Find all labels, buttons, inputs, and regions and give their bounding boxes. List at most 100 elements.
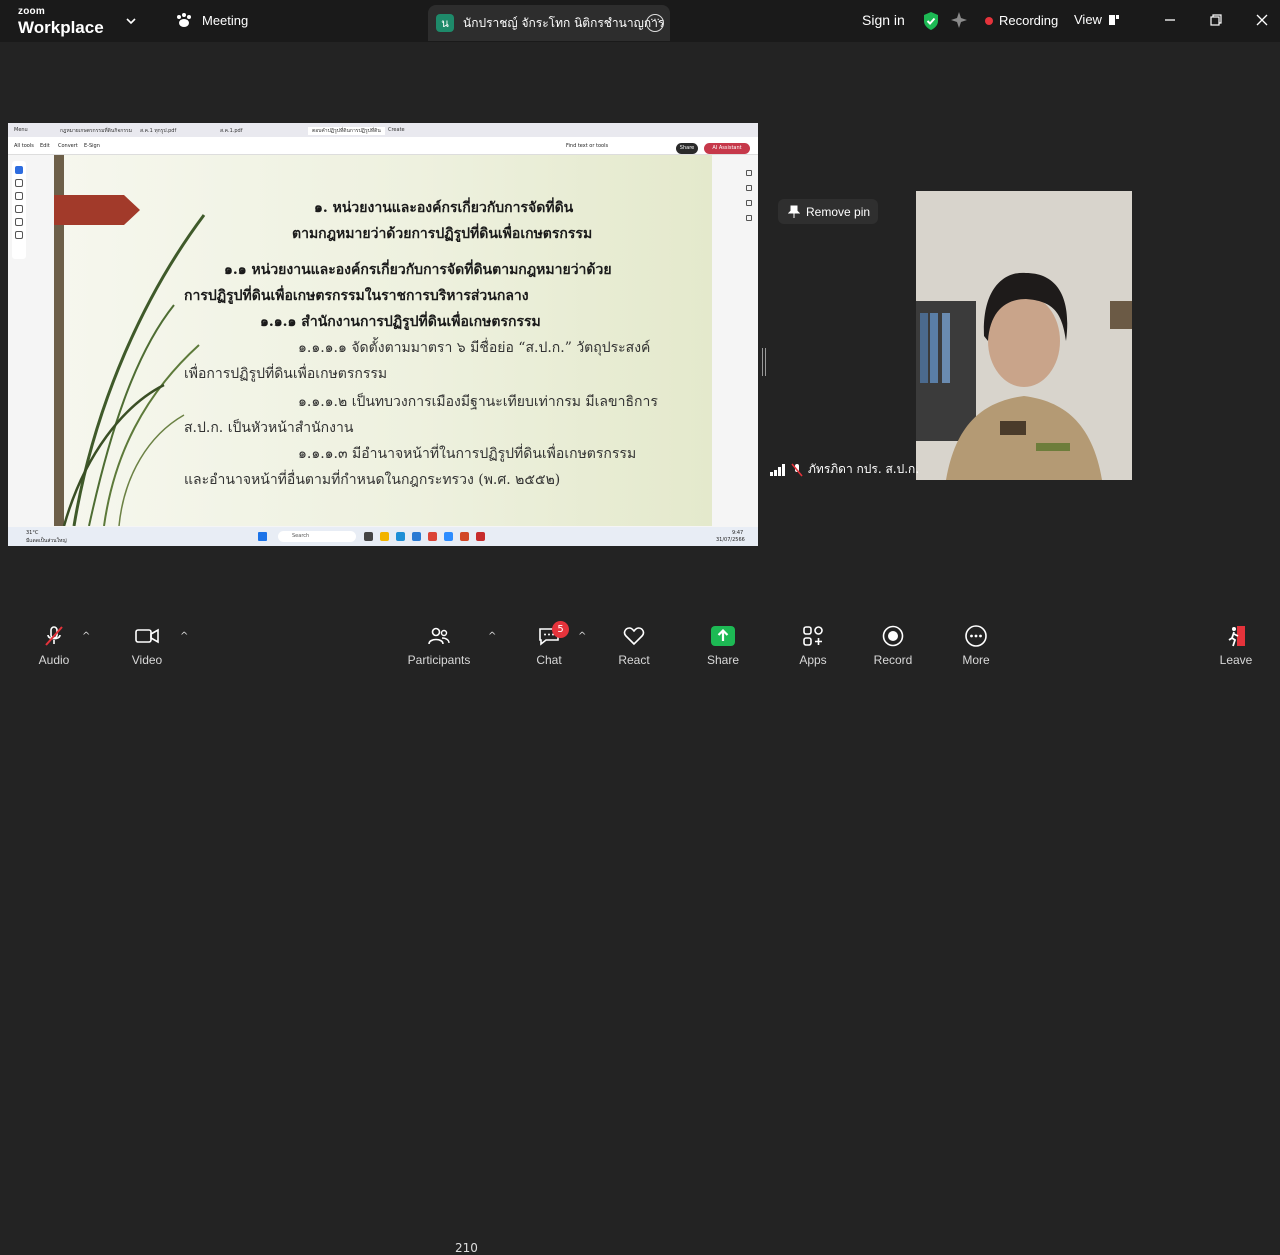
zoom-tool-icon[interactable]	[15, 179, 23, 187]
browser-tab[interactable]: ส.ค.1 ทุกรูป.pdf	[140, 127, 176, 135]
slide-line: ๑.๑.๑.๑ จัดตั้งตามมาตรา ๖ มีชื่อย่อ “ส.ป…	[298, 340, 651, 356]
slide-line: การปฏิรูปที่ดินเพื่อเกษตรกรรมในราชการบริ…	[184, 288, 529, 304]
ocr-tool-icon[interactable]	[15, 218, 23, 226]
share-button[interactable]: Share	[683, 624, 763, 667]
chat-label: Chat	[536, 653, 562, 667]
browser-tab[interactable]: ส.ค.1.pdf	[220, 127, 242, 135]
leave-button[interactable]: Leave	[1196, 624, 1276, 667]
more-icon	[965, 625, 987, 647]
minimize-icon[interactable]	[1160, 10, 1180, 30]
taskbar-clock: 9:47	[732, 530, 744, 536]
speaker-avatar-badge: น	[436, 14, 454, 32]
menu-all-tools[interactable]: All tools	[14, 143, 34, 149]
ai-companion-icon[interactable]	[950, 11, 968, 29]
browser-tab[interactable]: กฎหมายเกษตรกรรมที่ดินกิจกรรม	[60, 127, 132, 135]
audio-options-caret-icon[interactable]: ^	[82, 631, 90, 642]
splitter-handle[interactable]	[762, 348, 766, 376]
video-button[interactable]: Video	[107, 624, 187, 667]
ai-assistant-button[interactable]: AI Assistant	[704, 143, 750, 154]
browser-tab[interactable]: Create	[388, 127, 405, 133]
find-tools[interactable]: Find text or tools	[566, 143, 608, 149]
apps-button[interactable]: Apps	[773, 624, 853, 667]
more-label: More	[962, 653, 990, 667]
recording-indicator[interactable]: Recording	[985, 13, 1058, 28]
restore-icon[interactable]	[1206, 10, 1226, 30]
draw-tool-icon[interactable]	[15, 205, 23, 213]
slide-line: ๑.๑ หน่วยงานและองค์กรเกี่ยวกับการจัดที่ด…	[224, 262, 612, 278]
edge-icon[interactable]	[396, 532, 405, 541]
react-label: React	[618, 653, 650, 667]
video-camera-icon	[135, 628, 159, 644]
chevron-down-icon[interactable]	[124, 14, 138, 28]
file-explorer-icon[interactable]	[380, 532, 389, 541]
view-label: View	[1074, 12, 1102, 27]
view-menu[interactable]: View	[1074, 12, 1120, 27]
browser-tab-active[interactable]: ตอบคำปฏิรูปที่ดินการปฏิรูปที่ดิน	[308, 127, 385, 135]
rail-icon[interactable]	[746, 215, 752, 221]
chat-caret-icon[interactable]: ^	[578, 631, 586, 642]
remove-pin-label: Remove pin	[806, 204, 871, 219]
menu-esign[interactable]: E-Sign	[84, 143, 100, 149]
video-label: Video	[131, 653, 163, 667]
heart-icon	[623, 627, 645, 646]
meeting-label: Meeting	[202, 12, 249, 28]
video-options-caret-icon[interactable]: ^	[180, 631, 188, 642]
taskbar-search[interactable]: Search	[278, 531, 356, 542]
pen-tool-icon[interactable]	[15, 192, 23, 200]
muted-microphone-icon	[45, 626, 63, 646]
paw-icon	[177, 13, 191, 27]
select-tool-icon[interactable]	[15, 166, 23, 174]
menu-convert[interactable]: Convert	[58, 143, 78, 149]
weather-desc: มีแดดเป็นส่วนใหญ่	[26, 538, 67, 544]
rail-icon[interactable]	[746, 200, 752, 206]
title-bar: zoom Workplace Meeting น นักปราชญ์ จักระ…	[0, 0, 1280, 42]
recording-label: Recording	[999, 13, 1059, 28]
participant-name: ภัทรภิดา กปร. ส.ป.ก.	[808, 462, 920, 476]
participants-caret-icon[interactable]: ^	[488, 631, 496, 642]
leave-door-icon	[1228, 626, 1245, 647]
participants-count: 210	[455, 1241, 478, 1255]
participants-button[interactable]: Participants	[399, 624, 479, 667]
menu-edit[interactable]: Edit	[40, 143, 50, 149]
stamp-tool-icon[interactable]	[15, 231, 23, 239]
slide-line: ๑.๑.๑.๒ เป็นทบวงการเมืองมีฐานะเทียบเท่าก…	[298, 394, 658, 410]
logo-big: Workplace	[18, 18, 104, 37]
encryption-shield-icon[interactable]	[922, 11, 940, 31]
participant-video[interactable]	[916, 191, 1132, 480]
slide-line: เพื่อการปฏิรูปที่ดินเพื่อเกษตรกรรม	[184, 366, 388, 382]
audio-label: Audio	[38, 653, 70, 667]
react-button[interactable]: React	[594, 624, 674, 667]
close-icon[interactable]	[1252, 10, 1272, 30]
recording-dot-icon	[985, 16, 993, 25]
powerpoint-icon[interactable]	[460, 532, 469, 541]
rail-icon[interactable]	[746, 170, 752, 176]
meeting-menu[interactable]: Meeting	[175, 12, 248, 28]
acrobat-toolbar: All tools Edit Convert E-Sign Find text …	[8, 137, 758, 155]
more-button[interactable]: More	[936, 624, 1016, 667]
rail-icon[interactable]	[746, 185, 752, 191]
windows-start-icon[interactable]	[258, 532, 267, 541]
taskview-icon[interactable]	[364, 532, 373, 541]
zoom-logo: zoom Workplace	[18, 6, 104, 38]
slide-heading-line-2: ตามกฎหมายว่าด้วยการปฏิรูปที่ดินเพื่อเกษต…	[292, 226, 593, 242]
chat-button[interactable]: Chat	[509, 624, 589, 667]
store-icon[interactable]	[412, 532, 421, 541]
taskbar-date: 31/07/2566	[716, 537, 745, 543]
browser-tab[interactable]: Menu	[14, 127, 28, 133]
acrobat-icon[interactable]	[476, 532, 485, 541]
participants-icon	[428, 627, 450, 645]
shared-screen[interactable]: Menu กฎหมายเกษตรกรรมที่ดินกิจกรรม ส.ค.1 …	[8, 123, 758, 546]
sign-in-link[interactable]: Sign in	[862, 12, 905, 28]
more-options-icon[interactable]: ···	[646, 14, 664, 32]
apps-icon	[803, 626, 823, 646]
active-speaker-tab[interactable]: น นักปราชญ์ จักระโทก นิติกรชำนาญการ ···	[428, 5, 670, 41]
chrome-icon[interactable]	[428, 532, 437, 541]
view-layout-icon	[1108, 14, 1119, 25]
weather-temp: 31°C	[26, 530, 39, 536]
remove-pin-button[interactable]: Remove pin	[778, 199, 878, 224]
slide-line: ๑.๑.๑ สำนักงานการปฏิรูปที่ดินเพื่อเกษตรก…	[260, 314, 541, 330]
acrobat-share-button[interactable]: Share	[676, 143, 698, 154]
zoom-taskbar-icon[interactable]	[444, 532, 453, 541]
record-button[interactable]: Record	[853, 624, 933, 667]
apps-label: Apps	[799, 653, 827, 667]
